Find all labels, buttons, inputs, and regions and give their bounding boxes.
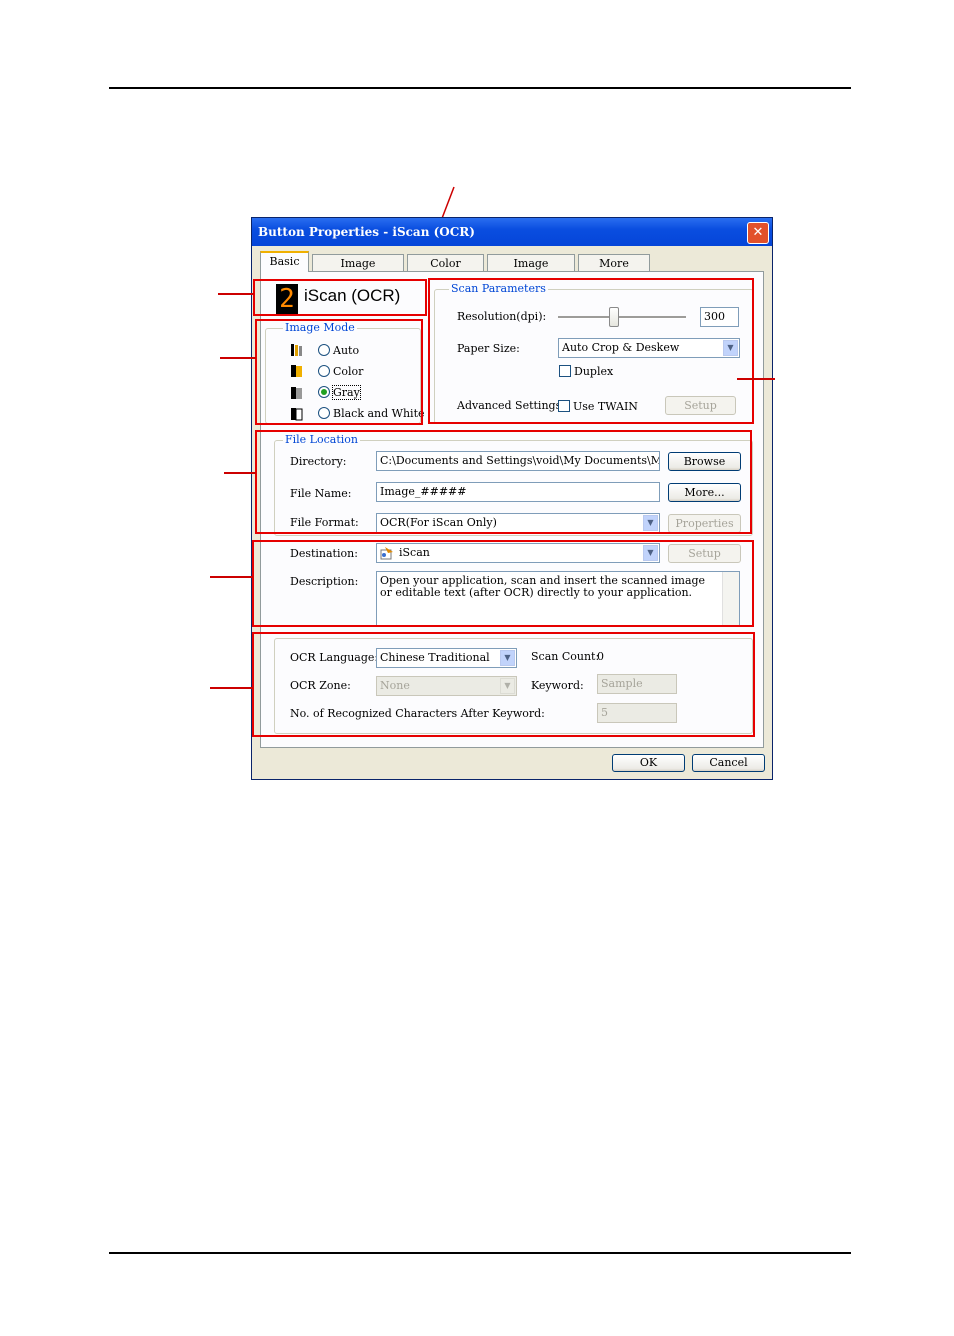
window-title: Button Properties - iScan (OCR) — [258, 225, 475, 239]
annotation-box-image-mode — [255, 319, 423, 425]
annotation-box-destination — [252, 540, 754, 627]
tab-more-settings[interactable]: More Settings — [578, 254, 650, 287]
annotation-box-ocr — [252, 632, 755, 737]
callout-scan-parameters — [737, 378, 775, 380]
annotation-box-scan-parameters — [428, 278, 754, 424]
callout-destination — [210, 576, 253, 578]
tab-image-processing[interactable]: Image Processing — [487, 254, 575, 287]
callout-image-mode — [220, 357, 256, 359]
annotation-box-file-location — [255, 430, 752, 534]
footer-rule — [109, 1252, 851, 1254]
annotation-box-button-name — [253, 279, 427, 316]
close-button[interactable]: ✕ — [747, 222, 769, 244]
cancel-button[interactable]: Cancel — [692, 754, 765, 772]
callout-button-name — [218, 293, 254, 295]
ok-button[interactable]: OK — [612, 754, 685, 772]
tab-color-dropout[interactable]: Color Dropout — [407, 254, 484, 287]
tab-image-adjustment[interactable]: Image Adjustment — [312, 254, 404, 287]
callout-file-location — [224, 472, 256, 474]
title-bar[interactable]: Button Properties - iScan (OCR) ✕ — [252, 218, 772, 246]
header-rule — [109, 87, 851, 89]
callout-ocr — [210, 687, 253, 689]
tab-basic[interactable]: Basic — [260, 251, 309, 272]
